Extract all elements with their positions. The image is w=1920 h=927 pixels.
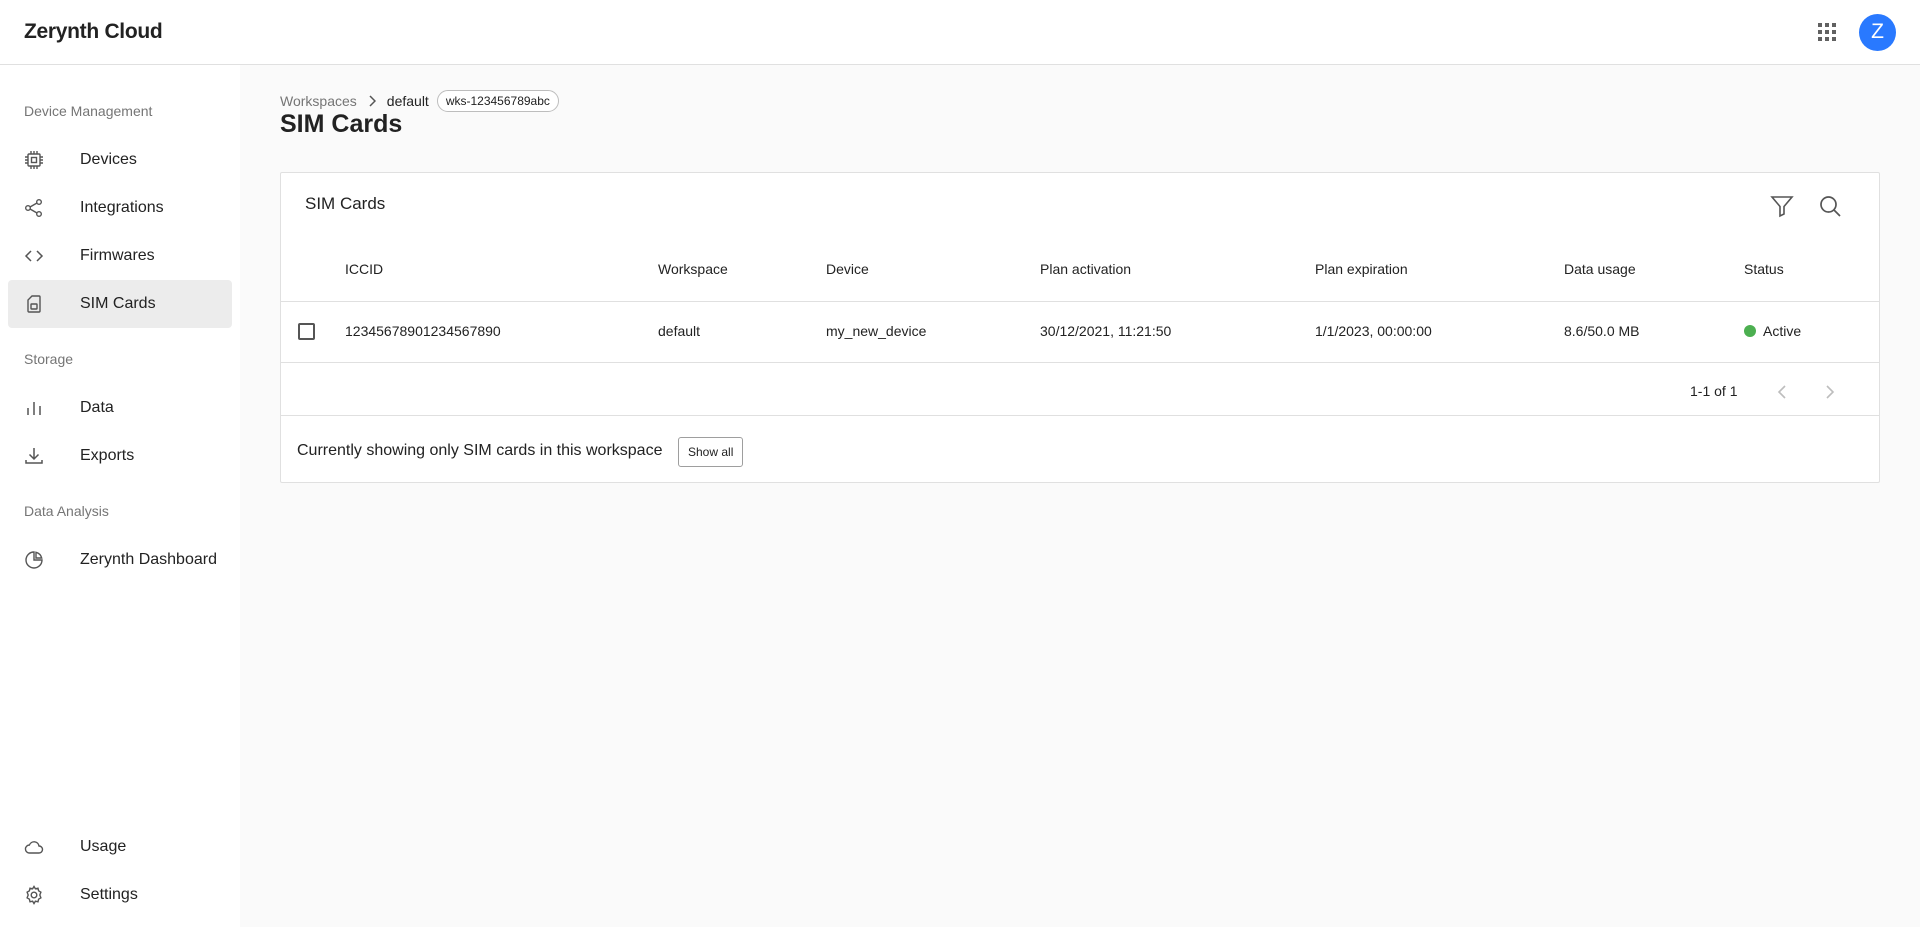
sidebar-item-integrations[interactable]: Integrations	[8, 184, 232, 232]
show-all-button[interactable]: Show all	[678, 437, 744, 467]
share-icon	[24, 198, 44, 218]
sidebar-item-label: Devices	[80, 151, 137, 168]
app-title[interactable]: Zerynth Cloud	[24, 20, 163, 44]
sim-cards-table-card: SIM Cards ICCID Workspace Device Plan ac…	[280, 172, 1880, 483]
cell-plan-activation: 30/12/2021, 11:21:50	[1040, 323, 1172, 339]
column-header-plan-expiration[interactable]: Plan expiration	[1315, 261, 1408, 277]
breadcrumb-workspaces[interactable]: Workspaces	[280, 93, 357, 109]
main-content: Workspaces default wks-123456789abc SIM …	[240, 65, 1920, 927]
pie-chart-icon	[24, 550, 44, 570]
row-checkbox[interactable]	[298, 323, 315, 340]
sidebar-item-zerynth-dashboard[interactable]: Zerynth Dashboard	[8, 536, 232, 584]
column-header-plan-activation[interactable]: Plan activation	[1040, 261, 1131, 277]
sim-card-icon	[24, 294, 44, 314]
sidebar-item-label: Exports	[80, 447, 135, 464]
bar-chart-icon	[24, 398, 44, 418]
previous-page-icon[interactable]	[1771, 381, 1793, 403]
sidebar-item-exports[interactable]: Exports	[8, 432, 232, 480]
sidebar-item-label: Data	[80, 399, 114, 416]
cell-data-usage: 8.6/50.0 MB	[1564, 323, 1640, 339]
sidebar-item-devices[interactable]: Devices	[8, 136, 232, 184]
sidebar-item-label: Settings	[80, 886, 138, 903]
gear-icon	[24, 885, 44, 905]
sidebar-item-sim-cards[interactable]: SIM Cards	[8, 280, 232, 328]
top-bar: Zerynth Cloud Z	[0, 0, 1920, 65]
next-page-icon[interactable]	[1819, 381, 1841, 403]
cell-status: Active	[1744, 323, 1801, 339]
section-device-management: Device Management	[24, 103, 153, 119]
sidebar-item-label: SIM Cards	[80, 295, 156, 312]
breadcrumb-current: default	[386, 93, 429, 109]
section-storage: Storage	[24, 351, 74, 367]
footer-divider	[281, 415, 1879, 416]
column-header-data-usage[interactable]: Data usage	[1564, 261, 1636, 277]
page-title: SIM Cards	[280, 110, 403, 138]
status-dot-icon	[1744, 325, 1756, 337]
column-header-iccid[interactable]: ICCID	[345, 261, 383, 277]
sidebar-item-settings[interactable]: Settings	[8, 871, 232, 919]
sidebar-item-data[interactable]: Data	[8, 384, 232, 432]
cloud-icon	[24, 837, 44, 857]
sidebar-item-label: Firmwares	[80, 247, 155, 264]
sidebar-item-label: Integrations	[80, 199, 164, 216]
sidebar-item-usage[interactable]: Usage	[8, 823, 232, 871]
table-row[interactable]: 12345678901234567890 default my_new_devi…	[281, 302, 1879, 362]
filter-icon[interactable]	[1769, 193, 1795, 219]
cell-plan-expiration: 1/1/2023, 00:00:00	[1315, 323, 1432, 339]
row-divider	[281, 362, 1879, 363]
sidebar-item-firmwares[interactable]: Firmwares	[8, 232, 232, 280]
code-icon	[24, 246, 44, 266]
chevron-right-icon	[368, 95, 376, 107]
top-bar-actions: Z	[1815, 13, 1896, 51]
column-header-status[interactable]: Status	[1744, 261, 1784, 277]
pagination-range: 1-1 of 1	[1690, 383, 1738, 399]
search-icon[interactable]	[1817, 193, 1843, 219]
column-header-device[interactable]: Device	[826, 261, 869, 277]
cell-iccid: 12345678901234567890	[345, 323, 501, 339]
user-avatar[interactable]: Z	[1859, 13, 1896, 51]
workspace-filter-notice: Currently showing only SIM cards in this…	[297, 442, 663, 459]
sidebar: Device Management Devices Integrations F…	[0, 65, 240, 927]
workspace-id-chip: wks-123456789abc	[436, 90, 559, 112]
sidebar-item-label: Zerynth Dashboard	[80, 551, 217, 568]
sidebar-item-label: Usage	[80, 838, 127, 855]
chip-icon	[24, 150, 44, 170]
card-title: SIM Cards	[305, 194, 386, 213]
status-badge: Active	[1763, 323, 1802, 339]
download-icon	[24, 446, 44, 466]
column-header-workspace[interactable]: Workspace	[658, 261, 728, 277]
apps-grid-icon[interactable]	[1815, 20, 1839, 44]
cell-device[interactable]: my_new_device	[826, 323, 926, 339]
cell-workspace: default	[658, 323, 701, 339]
section-data-analysis: Data Analysis	[24, 503, 109, 519]
